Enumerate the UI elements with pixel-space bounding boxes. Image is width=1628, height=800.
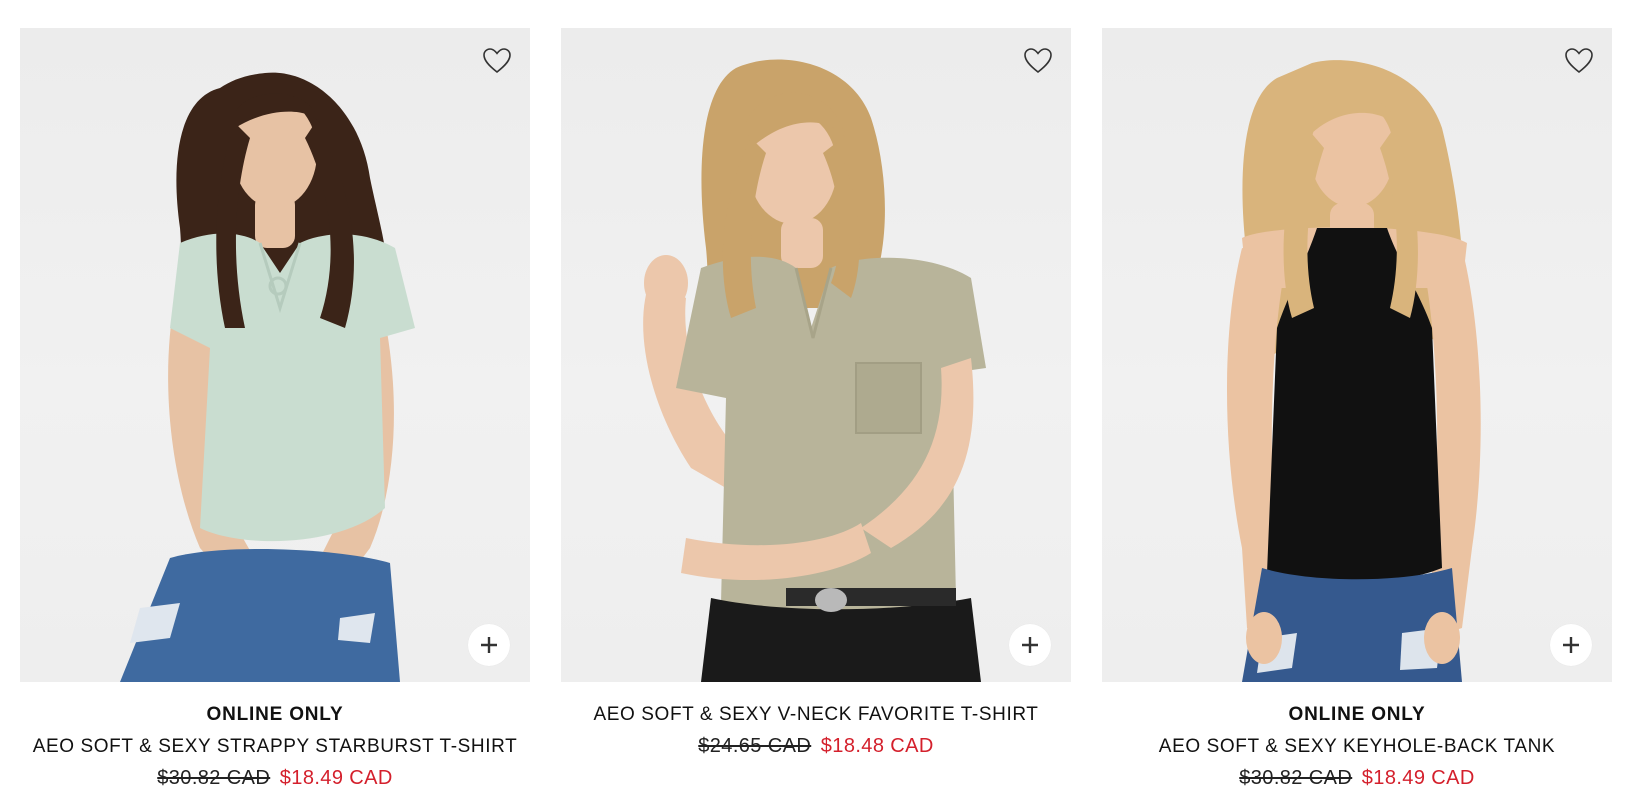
product-name-link[interactable]: AEO SOFT & SEXY V-NECK FAVORITE T-SHIRT [561,702,1071,728]
product-card[interactable]: ONLINE ONLY AEO SOFT & SEXY KEYHOLE-BACK… [1102,28,1612,792]
product-model-illustration [1227,60,1481,682]
product-grid: ONLINE ONLY AEO SOFT & SEXY STRAPPY STAR… [0,0,1628,800]
online-only-badge: ONLINE ONLY [1288,704,1426,725]
original-price: $30.82 CAD [1239,767,1353,789]
product-price: $30.82 CAD $18.49 CAD [1102,764,1612,792]
quick-add-plus-icon[interactable] [468,624,510,666]
sale-price: $18.48 CAD [820,735,934,757]
favorite-heart-icon[interactable] [1021,45,1055,75]
original-price: $30.82 CAD [157,767,271,789]
product-name-link[interactable]: AEO SOFT & SEXY KEYHOLE-BACK TANK [1102,734,1612,760]
product-model-illustration [643,59,986,682]
product-price: $24.65 CAD $18.48 CAD [561,732,1071,760]
quick-add-plus-icon[interactable] [1009,624,1051,666]
original-price: $24.65 CAD [698,735,812,757]
sale-price: $18.49 CAD [279,767,393,789]
online-only-badge: ONLINE ONLY [206,704,344,725]
quick-add-plus-icon[interactable] [1550,624,1592,666]
product-card[interactable]: AEO SOFT & SEXY V-NECK FAVORITE T-SHIRT … [561,28,1071,760]
favorite-heart-icon[interactable] [480,45,514,75]
product-info: AEO SOFT & SEXY V-NECK FAVORITE T-SHIRT … [561,702,1071,760]
product-name-link[interactable]: AEO SOFT & SEXY STRAPPY STARBURST T-SHIR… [20,734,530,760]
sale-price: $18.49 CAD [1361,767,1475,789]
product-image[interactable] [20,28,530,682]
product-model-illustration [120,72,415,682]
favorite-heart-icon[interactable] [1562,45,1596,75]
product-image[interactable] [1102,28,1612,682]
product-info: ONLINE ONLY AEO SOFT & SEXY STRAPPY STAR… [20,702,530,792]
product-card[interactable]: ONLINE ONLY AEO SOFT & SEXY STRAPPY STAR… [20,28,530,792]
product-image[interactable] [561,28,1071,682]
product-info: ONLINE ONLY AEO SOFT & SEXY KEYHOLE-BACK… [1102,702,1612,792]
product-price: $30.82 CAD $18.49 CAD [20,764,530,792]
